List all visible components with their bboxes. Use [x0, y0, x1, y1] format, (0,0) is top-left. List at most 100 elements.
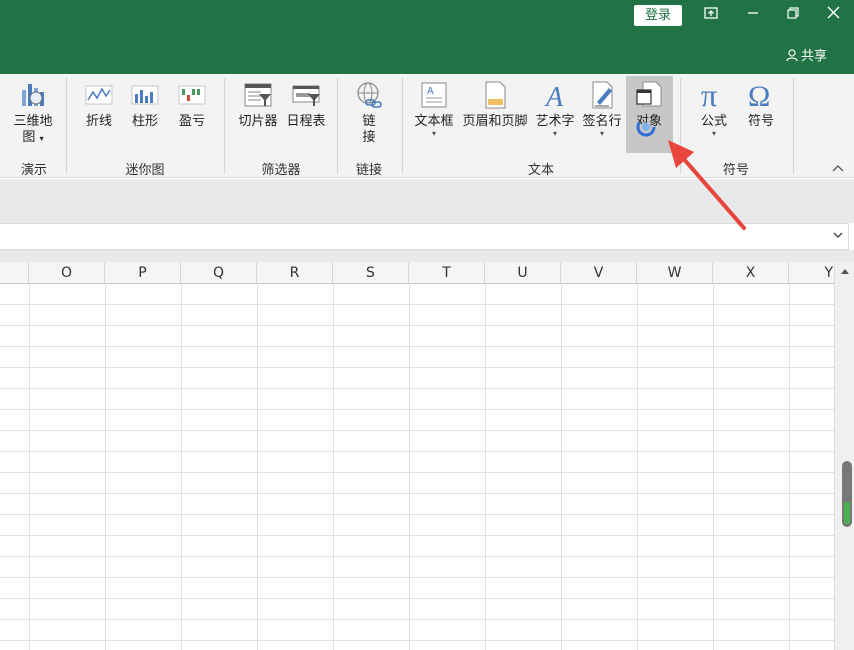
wordart-dropdown-icon[interactable]: ▾ — [533, 130, 577, 138]
symbol-button[interactable]: Ω 符号 — [742, 80, 780, 130]
column-header-o[interactable]: O — [29, 262, 105, 284]
grid-column-line — [561, 284, 562, 650]
column-header-w[interactable]: W — [637, 262, 713, 284]
column-header-x[interactable]: X — [713, 262, 789, 284]
3d-map-icon — [22, 84, 44, 106]
column-sparkline-icon — [131, 85, 159, 105]
omega-icon: Ω — [748, 80, 770, 110]
grid-column-line — [333, 284, 334, 650]
equation-button[interactable]: π 公式 ▾ — [695, 80, 733, 138]
column-header-y[interactable]: Y — [789, 262, 835, 284]
collapse-ribbon-icon[interactable] — [831, 162, 845, 174]
group-separator — [337, 78, 338, 174]
grid-row-line — [0, 325, 834, 326]
column-header-partial[interactable] — [0, 262, 29, 284]
grid-column-line — [485, 284, 486, 650]
grid-row-line — [0, 619, 834, 620]
grid-column-line — [713, 284, 714, 650]
timeline-icon — [292, 85, 320, 106]
grid-row-line — [0, 577, 834, 578]
grid-column-line — [105, 284, 106, 650]
grid-row-line — [0, 535, 834, 536]
slicer-icon — [244, 83, 272, 107]
link-label-line1: 链 — [362, 114, 376, 129]
grid-row-line — [0, 640, 834, 641]
column-header-r[interactable]: R — [257, 262, 333, 284]
sparkline-line-button[interactable]: 折线 — [82, 80, 116, 130]
group-label-links: 链接 — [355, 163, 382, 178]
grid-row-line — [0, 409, 834, 410]
group-separator — [224, 78, 225, 174]
group-separator — [402, 78, 403, 174]
column-header-s[interactable]: S — [333, 262, 409, 284]
share-label: 共享 — [801, 49, 828, 64]
column-header-row: O P Q R S T U V W X Y — [0, 262, 835, 284]
person-icon — [786, 49, 798, 62]
ribbon-display-options-icon[interactable] — [699, 4, 723, 26]
column-header-t[interactable]: T — [409, 262, 485, 284]
grid-column-line — [409, 284, 410, 650]
line-label: 折线 — [85, 114, 112, 129]
pi-icon: π — [701, 80, 717, 110]
signature-line-label: 签名行 — [582, 114, 622, 129]
signature-dropdown-icon[interactable]: ▾ — [580, 130, 624, 138]
vertical-scrollbar[interactable] — [834, 262, 854, 650]
wordart-button[interactable]: A 艺术字 ▾ — [533, 80, 577, 138]
timeline-button[interactable]: 日程表 — [284, 80, 328, 130]
group-separator — [793, 78, 794, 174]
column-header-u[interactable]: U — [485, 262, 561, 284]
annotation-arrow — [668, 140, 746, 230]
close-icon[interactable] — [821, 4, 845, 26]
sparkline-column-button[interactable]: 柱形 — [128, 80, 162, 130]
3d-map-label-line2: 图 ▾ — [22, 130, 44, 145]
column-header-p[interactable]: P — [105, 262, 181, 284]
group-label-text: 文本 — [527, 163, 554, 178]
grid-column-line — [29, 284, 30, 650]
link-button[interactable]: 链 接 — [352, 80, 386, 146]
wordart-icon: A — [544, 82, 564, 110]
column-header-q[interactable]: Q — [181, 262, 257, 284]
cell-grid[interactable] — [0, 284, 834, 650]
share-button[interactable]: 共享 — [786, 45, 827, 64]
grid-row-line — [0, 367, 834, 368]
line-sparkline-icon — [85, 85, 113, 105]
link-icon — [357, 82, 382, 108]
svg-text:A: A — [427, 86, 434, 97]
3d-map-label: 三维地 — [13, 114, 53, 129]
3d-map-button[interactable]: 三维地 图 ▾ — [10, 80, 56, 147]
formula-label: 公式 — [700, 114, 727, 129]
grid-row-line — [0, 493, 834, 494]
grid-row-line — [0, 556, 834, 557]
symbol-label: 符号 — [747, 114, 774, 129]
title-bar: 登录 共享 — [0, 0, 854, 74]
group-label-filter: 筛选器 — [261, 163, 301, 178]
formula-bar-gap — [0, 250, 854, 262]
scroll-up-icon[interactable] — [839, 265, 851, 277]
grid-row-line — [0, 514, 834, 515]
signature-line-icon — [592, 81, 613, 109]
grid-row-line — [0, 598, 834, 599]
grid-column-line — [181, 284, 182, 650]
grid-row-line — [0, 472, 834, 473]
scrollbar-grip — [844, 502, 850, 524]
header-footer-button[interactable]: 页眉和页脚 — [460, 80, 530, 130]
column-header-v[interactable]: V — [561, 262, 637, 284]
grid-column-line — [637, 284, 638, 650]
sparkline-winloss-button[interactable]: 盈亏 — [175, 80, 209, 130]
textbox-dropdown-icon[interactable]: ▾ — [413, 130, 455, 138]
formula-bar-expand-icon[interactable] — [832, 229, 844, 241]
login-button[interactable]: 登录 — [634, 5, 682, 26]
wordart-label: 艺术字 — [535, 114, 575, 129]
signature-line-button[interactable]: 签名行 ▾ — [580, 80, 624, 138]
textbox-button[interactable]: A 文本框 ▾ — [413, 80, 455, 138]
svg-text:Ω: Ω — [748, 80, 770, 110]
column-label: 柱形 — [131, 114, 158, 129]
group-label-sparkline: 迷你图 — [125, 163, 165, 178]
winloss-sparkline-icon — [178, 85, 206, 105]
grid-row-line — [0, 304, 834, 305]
grid-row-line — [0, 451, 834, 452]
restore-icon[interactable] — [781, 4, 805, 26]
formula-dropdown-icon[interactable]: ▾ — [695, 130, 733, 138]
slicer-button[interactable]: 切片器 — [236, 80, 280, 130]
minimize-icon[interactable] — [741, 4, 765, 26]
